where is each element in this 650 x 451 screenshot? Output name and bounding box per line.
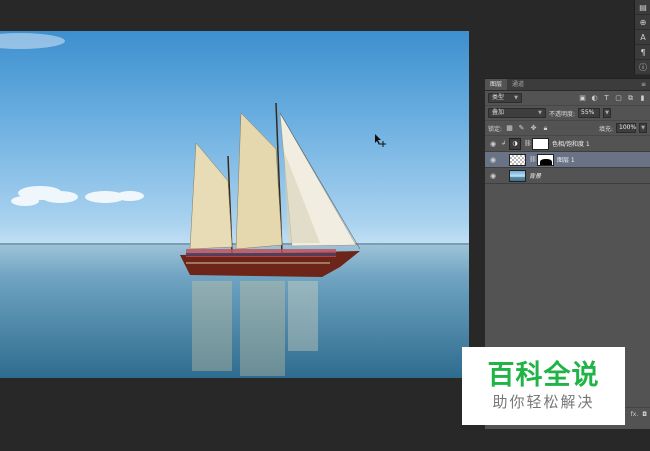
lock-label: 锁定:	[488, 125, 503, 133]
lock-fill-row: 锁定: ▦ ✎ ✥ 🔒︎ 填充: 100% ▼	[485, 121, 650, 136]
filter-kind-select[interactable]: 类型 ▼	[488, 93, 522, 103]
layer-thumbnail[interactable]	[509, 169, 526, 182]
paragraph-panel-icon[interactable]: ¶	[635, 45, 650, 60]
layer-row-background[interactable]: ◉ 背景	[485, 168, 650, 184]
type-filter-icon[interactable]: T	[602, 94, 611, 103]
lock-image-icon[interactable]: ✎	[517, 124, 526, 133]
layers-panel-tabs: 图层 通道 ≡	[485, 79, 650, 91]
lock-transparent-icon[interactable]: ▦	[505, 124, 514, 133]
character-panel-icon[interactable]: A	[635, 30, 650, 45]
visibility-eye-icon[interactable]: ◉	[488, 172, 498, 180]
filter-toggle-icon[interactable]: ▮	[638, 94, 647, 103]
link-chain-icon: ⛓	[529, 156, 537, 163]
opacity-input[interactable]: 55%	[578, 108, 601, 118]
adjust-panel-icon[interactable]: ⊕	[635, 15, 650, 30]
shape-filter-icon[interactable]: ▢	[614, 94, 623, 103]
opacity-slider-toggle[interactable]: ▼	[603, 108, 612, 118]
layer-name: 图层 1	[557, 157, 575, 164]
visibility-eye-icon[interactable]: ◉	[488, 140, 498, 148]
lock-position-icon[interactable]: ✥	[529, 124, 538, 133]
layer-thumbnail[interactable]	[509, 153, 526, 166]
history-panel-icon[interactable]: ▤	[635, 0, 650, 15]
blend-mode-value: 叠加	[492, 109, 505, 116]
adjustment-filter-icon[interactable]: ◐	[590, 94, 599, 103]
chevron-down-icon: ▼	[538, 110, 542, 116]
move-cursor-icon	[375, 134, 386, 147]
watermark-badge: 百科全说 助你轻松解决	[462, 347, 625, 425]
info-panel-icon[interactable]: ⓘ	[635, 60, 650, 75]
fill-label: 填充:	[598, 125, 613, 133]
link-chain-icon: ⛓	[524, 140, 532, 147]
watermark-title: 百科全说	[487, 360, 600, 391]
clip-arrow-icon: ↲	[501, 140, 507, 147]
sailboat-image	[0, 33, 469, 378]
watermark-subtitle: 助你轻松解决	[492, 393, 595, 411]
layer-row-hue-saturation[interactable]: ◉ ↲ ◑ ⛓ 色相/饱和度 1	[485, 136, 650, 152]
lock-all-icon[interactable]: 🔒︎	[541, 124, 550, 133]
panel-dock-top	[485, 0, 650, 75]
filter-kind-label: 类型	[492, 94, 505, 101]
layer-row-layer-1[interactable]: ◉ ⛓ 图层 1	[485, 152, 650, 168]
sailboat-photo[interactable]	[0, 31, 469, 378]
blend-mode-select[interactable]: 叠加 ▼	[488, 108, 546, 118]
add-mask-icon[interactable]: ◘	[642, 411, 647, 418]
adjustment-layer-icon: ◑	[509, 137, 521, 150]
layer-name: 背景	[529, 173, 542, 180]
opacity-label: 不透明度:	[549, 110, 576, 118]
document-canvas-area[interactable]	[0, 0, 485, 451]
fill-slider-toggle[interactable]: ▼	[639, 123, 647, 133]
layer-filter-row: 类型 ▼ ▣ ◐ T ▢ ⧉ ▮	[485, 91, 650, 106]
blend-opacity-row: 叠加 ▼ 不透明度: 55% ▼	[485, 106, 650, 121]
visibility-eye-icon[interactable]: ◉	[488, 156, 498, 164]
tab-layers[interactable]: 图层	[485, 79, 508, 90]
smart-object-filter-icon[interactable]: ⧉	[626, 94, 635, 103]
fill-input[interactable]: 100%	[616, 123, 636, 133]
layer-name: 色相/饱和度 1	[552, 141, 590, 148]
chevron-down-icon: ▼	[514, 95, 518, 101]
layer-mask-thumbnail[interactable]	[537, 153, 554, 166]
image-filter-icon[interactable]: ▣	[578, 94, 587, 103]
panel-icon-toolbar: ▤ ⊕ A ¶ ⓘ	[634, 0, 650, 75]
panel-menu-icon[interactable]: ≡	[637, 79, 650, 90]
layer-mask-thumbnail[interactable]	[532, 137, 549, 150]
tab-channels[interactable]: 通道	[507, 79, 529, 90]
fx-icon[interactable]: fx.	[631, 411, 639, 418]
